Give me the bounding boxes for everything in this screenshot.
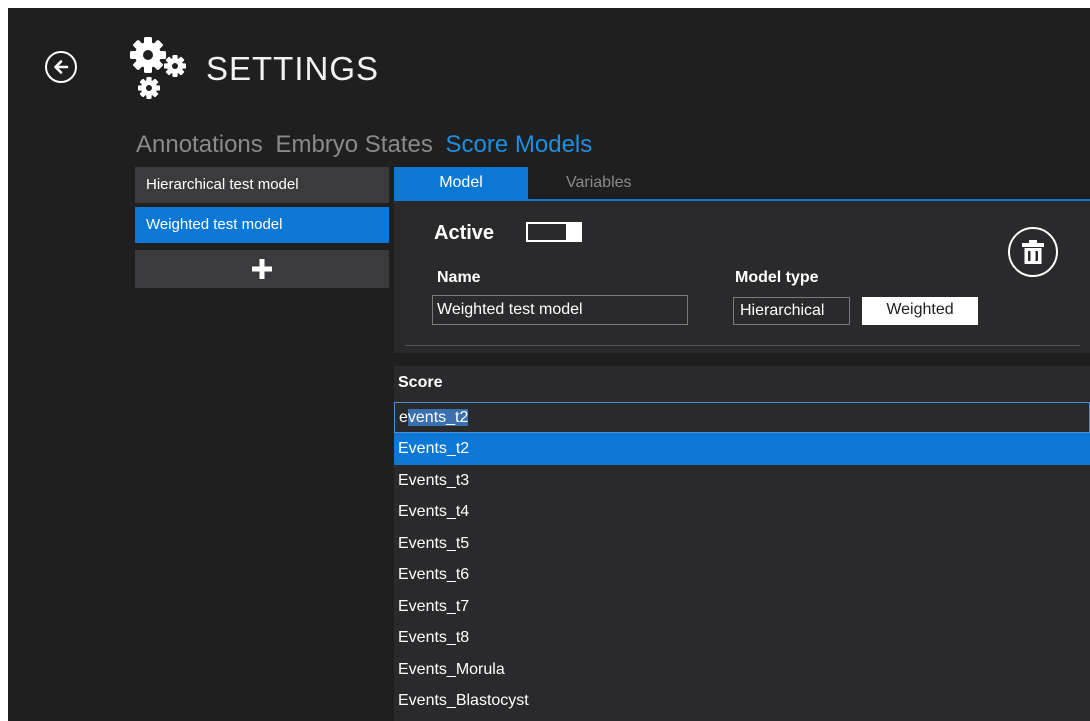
model-type-label: Model type (735, 269, 819, 286)
score-option[interactable]: Events_Morula (394, 654, 1090, 686)
score-option[interactable]: Events_t6 (394, 559, 1090, 591)
name-label: Name (437, 269, 481, 286)
score-option[interactable]: Events_t7 (394, 591, 1090, 623)
score-model-list: Hierarchical test model Weighted test mo… (135, 167, 389, 288)
score-label: Score (398, 374, 443, 391)
back-arrow-icon (54, 60, 69, 74)
tab-model[interactable]: Model (394, 167, 528, 199)
score-input-autocomplete: vents_t2 (407, 409, 469, 426)
settings-window: SETTINGS Annotations Embryo States Score… (0, 0, 1090, 721)
score-option[interactable]: Events_t2 (394, 433, 1090, 465)
delete-model-button[interactable] (1008, 227, 1058, 277)
score-option[interactable]: Events_t4 (394, 496, 1090, 528)
model-details-panel: Active Name Model type Hierarchical Weig… (394, 201, 1090, 353)
model-item-weighted[interactable]: Weighted test model (135, 207, 389, 243)
score-option[interactable]: Events_t8 (394, 622, 1090, 654)
tab-score-models[interactable]: Score Models (446, 131, 593, 158)
tab-variables[interactable]: Variables (566, 167, 632, 199)
main-tabs: Annotations Embryo States Score Models (136, 131, 598, 159)
score-combobox-input[interactable]: events_t2 (394, 402, 1090, 433)
trash-icon (1022, 240, 1044, 264)
plus-icon (252, 259, 272, 279)
toggle-knob (566, 222, 580, 242)
score-option[interactable]: Events_Blastocyst (394, 685, 1090, 717)
active-label: Active (434, 222, 495, 244)
score-input-typed: e (399, 409, 408, 426)
score-section: Score events_t2 Events_t2 Events_t3 Even… (394, 366, 1090, 721)
score-dropdown-list: Events_t2 Events_t3 Events_t4 Events_t5 … (394, 433, 1090, 717)
model-item-hierarchical[interactable]: Hierarchical test model (135, 167, 389, 203)
left-border (0, 0, 8, 721)
divider (405, 345, 1080, 346)
tab-annotations[interactable]: Annotations (136, 131, 263, 158)
score-option[interactable]: Events_t3 (394, 465, 1090, 497)
model-sub-tabs: Model Variables (394, 167, 1090, 201)
model-type-weighted[interactable]: Weighted (862, 297, 978, 325)
back-button[interactable] (45, 51, 77, 83)
model-name-input[interactable] (432, 295, 688, 325)
tab-embryo-states[interactable]: Embryo States (275, 131, 432, 158)
add-model-button[interactable] (135, 250, 389, 288)
active-toggle[interactable] (526, 222, 582, 242)
page-title: SETTINGS (206, 50, 380, 87)
gears-icon (130, 37, 186, 99)
score-option[interactable]: Events_t5 (394, 528, 1090, 560)
top-border (0, 0, 1090, 8)
model-type-hierarchical[interactable]: Hierarchical (733, 297, 850, 325)
